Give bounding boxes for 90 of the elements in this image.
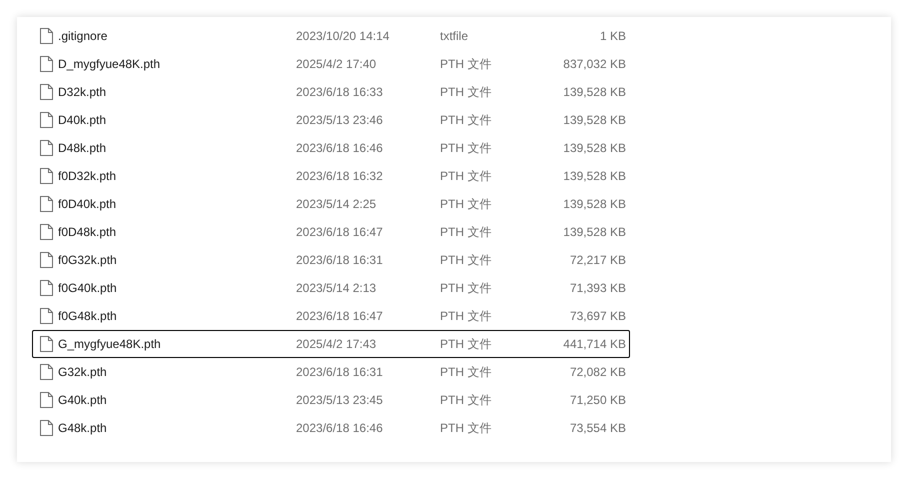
file-name: f0G32k.pth <box>58 252 118 269</box>
document-icon <box>40 56 52 72</box>
file-row[interactable]: G32k.pth 2023/6/18 16:31 PTH 文件 72,082 KB <box>32 358 630 386</box>
file-row[interactable]: G_mygfyue48K.pth 2025/4/2 17:43 PTH 文件 441,714 KB <box>32 330 630 358</box>
file-row[interactable]: D_mygfyue48K.pth 2025/4/2 17:40 PTH 文件 837,032 KB <box>32 50 630 78</box>
document-icon <box>40 364 52 380</box>
file-row[interactable]: G40k.pth 2023/5/13 23:45 PTH 文件 71,250 KB <box>32 386 630 414</box>
file-name: D48k.pth <box>58 140 108 157</box>
document-icon <box>40 336 52 352</box>
file-size: 139,528 KB <box>562 224 626 241</box>
modified-date: 2023/6/18 16:47 <box>296 308 384 325</box>
file-name: .gitignore <box>58 28 108 45</box>
file-name: G40k.pth <box>58 392 108 409</box>
file-row[interactable]: f0G40k.pth 2023/5/14 2:13 PTH 文件 71,393 KB <box>32 274 630 302</box>
file-size: 139,528 KB <box>562 196 626 213</box>
file-name: G32k.pth <box>58 364 108 381</box>
file-row[interactable]: G48k.pth 2023/6/18 16:46 PTH 文件 73,554 KB <box>32 414 630 442</box>
document-icon <box>40 140 52 156</box>
file-size: 837,032 KB <box>562 56 626 73</box>
modified-date: 2023/6/18 16:46 <box>296 420 384 437</box>
file-size: 139,528 KB <box>562 168 626 185</box>
file-name: G_mygfyue48K.pth <box>58 336 162 353</box>
file-type: PTH 文件 <box>440 364 492 381</box>
file-size: 139,528 KB <box>562 112 626 129</box>
file-row[interactable]: D32k.pth 2023/6/18 16:33 PTH 文件 139,528 KB <box>32 78 630 106</box>
file-size: 72,082 KB <box>568 364 626 381</box>
file-size: 441,714 KB <box>562 336 626 353</box>
file-size: 73,697 KB <box>568 308 626 325</box>
modified-date: 2023/10/20 14:14 <box>296 28 390 45</box>
file-type: PTH 文件 <box>440 84 492 101</box>
file-type: PTH 文件 <box>440 392 492 409</box>
file-type: PTH 文件 <box>440 140 492 157</box>
file-type: PTH 文件 <box>440 56 492 73</box>
file-name: G48k.pth <box>58 420 108 437</box>
file-name: D_mygfyue48K.pth <box>58 56 162 73</box>
document-icon <box>40 168 52 184</box>
file-type: txtfile <box>440 28 470 45</box>
file-size: 72,217 KB <box>568 252 626 269</box>
modified-date: 2023/6/18 16:46 <box>296 140 384 157</box>
document-icon <box>40 112 52 128</box>
modified-date: 2023/5/13 23:46 <box>296 112 384 129</box>
modified-date: 2023/5/14 2:13 <box>296 280 378 297</box>
file-type: PTH 文件 <box>440 308 492 325</box>
file-type: PTH 文件 <box>440 420 492 437</box>
file-size: 1 KB <box>598 28 626 45</box>
file-type: PTH 文件 <box>440 280 492 297</box>
document-icon <box>40 196 52 212</box>
file-size: 73,554 KB <box>568 420 626 437</box>
file-row[interactable]: D48k.pth 2023/6/18 16:46 PTH 文件 139,528 KB <box>32 134 630 162</box>
modified-date: 2023/5/13 23:45 <box>296 392 384 409</box>
file-row[interactable]: f0G48k.pth 2023/6/18 16:47 PTH 文件 73,697 KB <box>32 302 630 330</box>
modified-date: 2023/5/14 2:25 <box>296 196 378 213</box>
document-icon <box>40 252 52 268</box>
modified-date: 2025/4/2 17:40 <box>296 56 378 73</box>
modified-date: 2023/6/18 16:33 <box>296 84 384 101</box>
file-type: PTH 文件 <box>440 196 492 213</box>
file-name: f0G48k.pth <box>58 308 118 325</box>
file-size: 139,528 KB <box>562 140 626 157</box>
document-icon <box>40 280 52 296</box>
file-row[interactable]: .gitignore 2023/10/20 14:14 txtfile 1 KB <box>32 22 630 50</box>
file-name: D40k.pth <box>58 112 108 129</box>
file-type: PTH 文件 <box>440 336 492 353</box>
file-type: PTH 文件 <box>440 112 492 129</box>
file-row[interactable]: f0G32k.pth 2023/6/18 16:31 PTH 文件 72,217 KB <box>32 246 630 274</box>
file-row[interactable]: D40k.pth 2023/5/13 23:46 PTH 文件 139,528 KB <box>32 106 630 134</box>
file-row[interactable]: f0D32k.pth 2023/6/18 16:32 PTH 文件 139,528 KB <box>32 162 630 190</box>
file-name: D32k.pth <box>58 84 108 101</box>
modified-date: 2023/6/18 16:32 <box>296 168 384 185</box>
file-name: f0D32k.pth <box>58 168 118 185</box>
document-icon <box>40 420 52 436</box>
modified-date: 2023/6/18 16:31 <box>296 364 384 381</box>
modified-date: 2023/6/18 16:31 <box>296 252 384 269</box>
document-icon <box>40 392 52 408</box>
file-size: 71,393 KB <box>568 280 626 297</box>
file-name: f0D48k.pth <box>58 224 118 241</box>
file-type: PTH 文件 <box>440 252 492 269</box>
file-size: 71,250 KB <box>568 392 626 409</box>
document-icon <box>40 28 52 44</box>
modified-date: 2025/4/2 17:43 <box>296 336 378 353</box>
document-icon <box>40 308 52 324</box>
modified-date: 2023/6/18 16:47 <box>296 224 384 241</box>
document-icon <box>40 224 52 240</box>
file-type: PTH 文件 <box>440 224 492 241</box>
file-type: PTH 文件 <box>440 168 492 185</box>
file-row[interactable]: f0D48k.pth 2023/6/18 16:47 PTH 文件 139,528 KB <box>32 218 630 246</box>
file-size: 139,528 KB <box>562 84 626 101</box>
file-row[interactable]: f0D40k.pth 2023/5/14 2:25 PTH 文件 139,528 KB <box>32 190 630 218</box>
file-name: f0G40k.pth <box>58 280 118 297</box>
document-icon <box>40 84 52 100</box>
file-name: f0D40k.pth <box>58 196 118 213</box>
